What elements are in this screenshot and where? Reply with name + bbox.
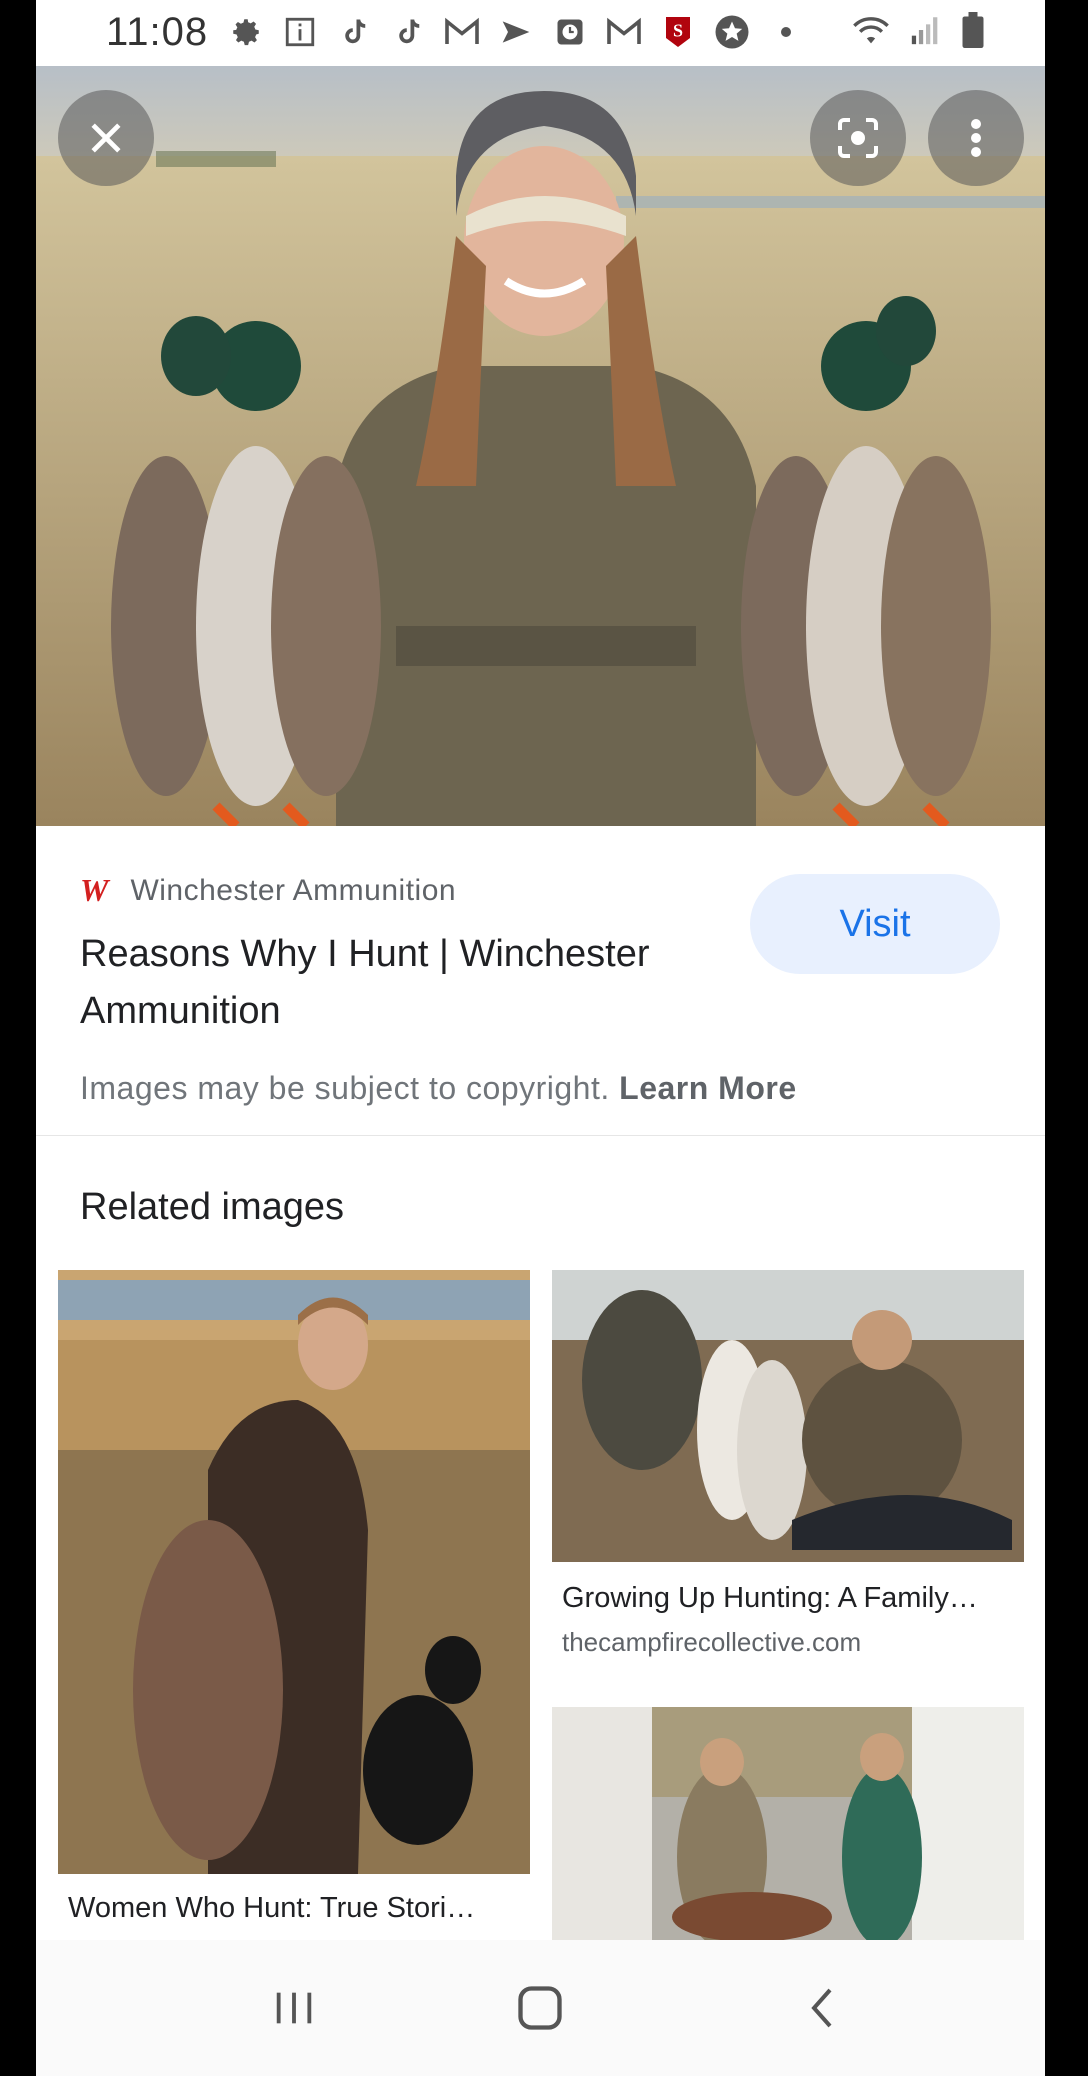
result-info: W Winchester Ammunition Reasons Why I Hu… xyxy=(36,826,1045,1136)
related-caption-1[interactable]: Women Who Hunt: True Stori… xyxy=(68,1892,508,1925)
more-options-button[interactable] xyxy=(928,90,1024,186)
hero-photo xyxy=(36,66,1045,826)
screen: 11:08 S W Winchester Ammunition Reasons … xyxy=(0,0,1088,2076)
stanford-icon: S xyxy=(658,12,698,52)
signal-icon xyxy=(909,13,943,52)
home-icon xyxy=(518,1986,562,2030)
info-icon xyxy=(280,12,320,52)
related-caption-2[interactable]: Growing Up Hunting: A Family… xyxy=(562,1582,1012,1615)
copyright-text: Images may be subject to copyright. xyxy=(80,1070,610,1106)
related-image-1[interactable] xyxy=(58,1270,530,1874)
lens-icon xyxy=(838,118,878,158)
close-icon xyxy=(91,123,121,153)
status-time: 11:08 xyxy=(106,10,209,54)
navigation-bar xyxy=(36,1940,1045,2076)
battery-icon xyxy=(961,12,985,53)
gear-icon xyxy=(226,12,266,52)
back-icon xyxy=(811,1988,832,2028)
copyright-notice: Images may be subject to copyright. Lear… xyxy=(80,1070,797,1107)
tiktok-icon xyxy=(334,12,374,52)
more-vertical-icon xyxy=(971,119,981,157)
related-image-2-photo xyxy=(552,1270,1024,1562)
send-icon xyxy=(496,12,536,52)
notification-icons: S xyxy=(226,12,806,52)
related-image-1-photo xyxy=(58,1270,530,1874)
related-image-3[interactable] xyxy=(552,1707,1024,1940)
source-name: Winchester Ammunition xyxy=(130,873,457,907)
home-button[interactable] xyxy=(480,1940,600,2076)
dot-icon xyxy=(766,12,806,52)
related-image-3-photo xyxy=(552,1707,1024,1940)
related-image-2[interactable] xyxy=(552,1270,1024,1562)
hero-image[interactable] xyxy=(36,66,1045,826)
phone-screen: 11:08 S W Winchester Ammunition Reasons … xyxy=(36,0,1045,2076)
wifi-icon xyxy=(851,13,891,52)
gmail-icon xyxy=(604,12,644,52)
back-button[interactable] xyxy=(762,1940,882,2076)
lens-button[interactable] xyxy=(810,90,906,186)
status-bar: 11:08 S xyxy=(36,0,1045,66)
source-row[interactable]: W Winchester Ammunition xyxy=(80,872,456,909)
gmail-icon xyxy=(442,12,482,52)
related-images-heading: Related images xyxy=(80,1186,345,1228)
visit-button[interactable]: Visit xyxy=(750,874,1000,974)
result-title[interactable]: Reasons Why I Hunt | Winchester Ammuniti… xyxy=(80,926,740,1040)
tiktok-icon xyxy=(388,12,428,52)
learn-more-link[interactable]: Learn More xyxy=(619,1070,796,1106)
recents-button[interactable] xyxy=(234,1940,354,2076)
winchester-logo: W xyxy=(80,872,109,908)
system-icons xyxy=(851,12,985,53)
svg-text:S: S xyxy=(673,21,683,41)
close-button[interactable] xyxy=(58,90,154,186)
star-icon xyxy=(712,12,752,52)
clock-icon xyxy=(550,12,590,52)
related-source-2: thecampfirecollective.com xyxy=(562,1627,862,1657)
recents-icon xyxy=(276,1992,312,2024)
